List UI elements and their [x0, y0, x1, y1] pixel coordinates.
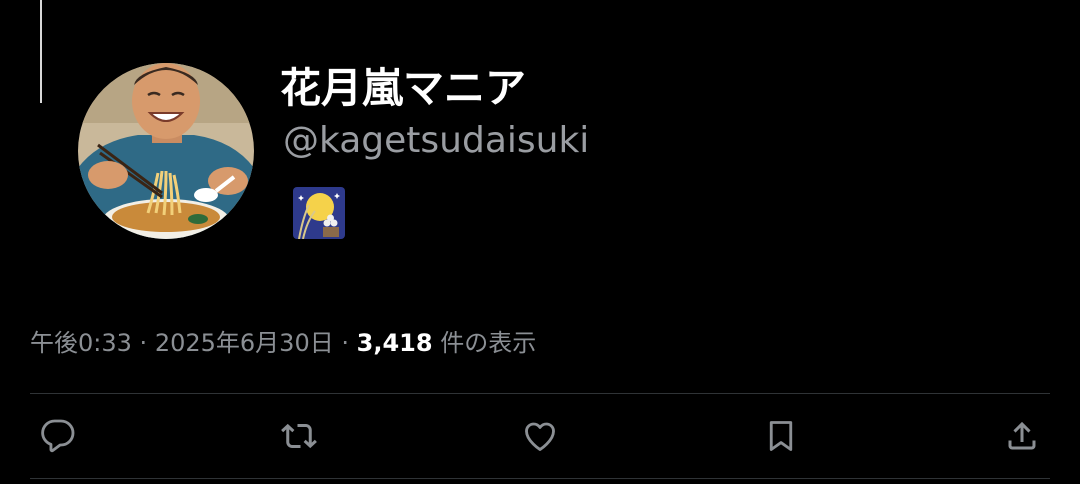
tweet-meta: 午後0:33 · 2025年6月30日 · 3,418 件の表示 [30, 326, 536, 360]
retweet-icon [281, 423, 317, 449]
views-count[interactable]: 3,418 [357, 329, 433, 357]
heart-icon [525, 422, 555, 451]
divider [30, 478, 1050, 479]
meta-separator: · [139, 329, 148, 357]
retweet-button[interactable] [277, 414, 321, 458]
username-handle[interactable]: @kagetsudaisuki [283, 117, 589, 165]
views-label: 件の表示 [440, 329, 537, 357]
thread-connector-line [40, 0, 42, 103]
bookmark-button[interactable] [759, 414, 803, 458]
tweet-time[interactable]: 午後0:33 [30, 329, 132, 357]
divider [30, 393, 1050, 394]
share-button[interactable] [1000, 414, 1044, 458]
bookmark-icon [769, 421, 793, 451]
share-icon [1008, 421, 1036, 450]
reply-button[interactable] [36, 414, 80, 458]
reply-icon [41, 419, 75, 453]
avatar-image [78, 63, 254, 239]
display-name[interactable]: 花月嵐マニア [280, 60, 526, 116]
moon-viewing-emoji-icon [293, 187, 345, 239]
meta-separator: · [341, 329, 349, 357]
tweet-date[interactable]: 2025年6月30日 [155, 329, 334, 357]
avatar[interactable] [78, 63, 254, 239]
like-button[interactable] [518, 414, 562, 458]
